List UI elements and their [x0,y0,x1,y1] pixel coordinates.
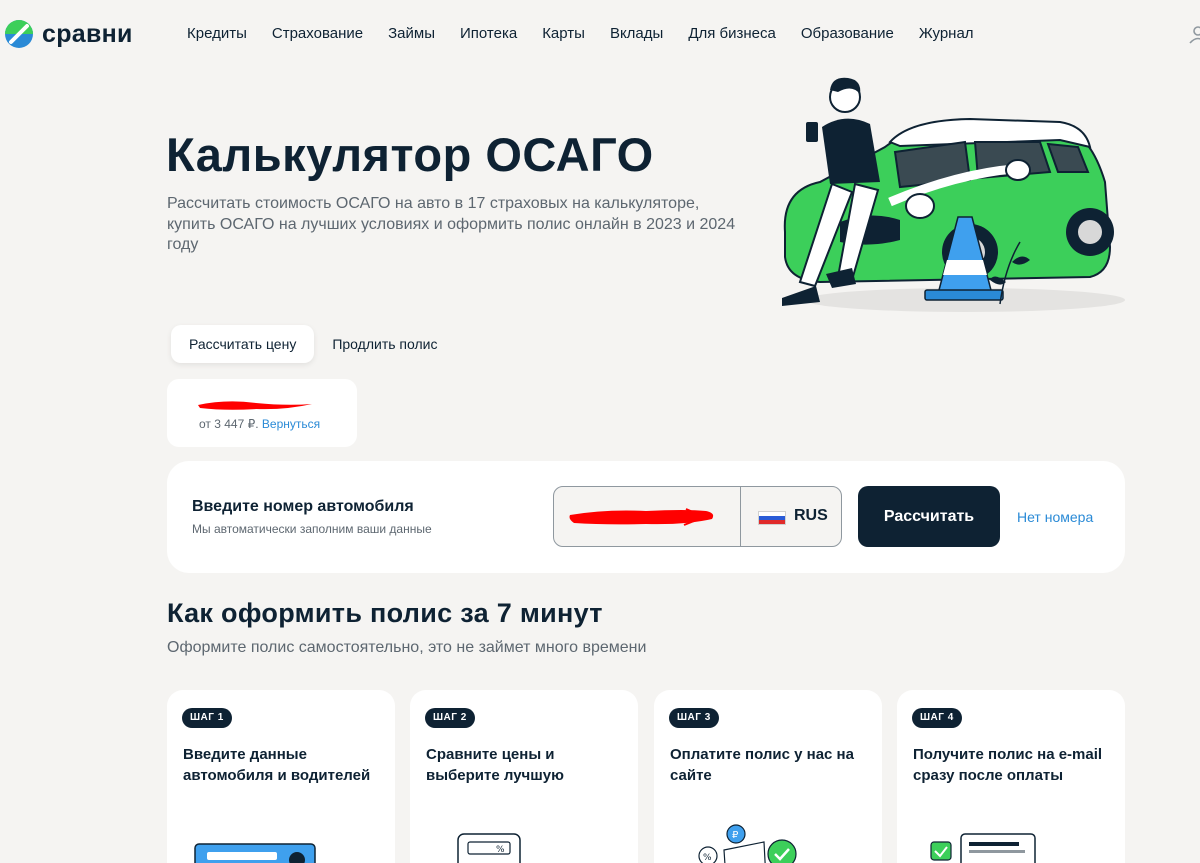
step-text: Получите полис на e-mail сразу после опл… [913,746,1103,784]
plate-form-hint: Мы автоматически заполним ваши данные [192,522,432,536]
nav-item-cards[interactable]: Карты [542,24,585,44]
sravni-logo-icon [5,20,33,48]
previous-calc-card[interactable]: от 3 447 ₽. Вернуться [167,379,357,447]
svg-text:%: % [703,853,712,863]
nav-item-loans[interactable]: Займы [388,24,435,44]
step-card: ШАГ 2 Сравните цены и выберите лучшую % [410,690,638,863]
logo-text: сравни [42,20,133,48]
redacted-scribble [198,401,312,410]
steps-subtitle: Оформите полис самостоятельно, это не за… [167,639,647,656]
page-title: Калькулятор ОСАГО [166,128,654,181]
plate-region: RUS [794,507,828,524]
page-subtitle: Рассчитать стоимость ОСАГО на авто в 17 … [167,195,736,253]
user-icon[interactable] [1188,24,1200,44]
back-link[interactable]: Вернуться [262,417,320,431]
plate-form-card: Введите номер автомобиля Мы автоматическ… [167,461,1125,573]
previous-calc-info: от 3 447 ₽. Вернуться [199,417,320,431]
nav-item-mortgage[interactable]: Ипотека [460,24,517,44]
car-data-illustration [194,843,316,863]
no-number-link[interactable]: Нет номера [1017,509,1093,525]
svg-text:%: % [496,845,505,855]
plate-form-title: Введите номер автомобиля [192,498,414,515]
step-card: ШАГ 3 Оплатите полис у нас на сайте ₽ % [654,690,882,863]
email-policy-illustration [930,833,1036,863]
plate-divider [740,487,741,546]
logo[interactable]: сравни [4,19,133,49]
redacted-scribble [569,508,714,526]
main-nav: Кредиты Страхование Займы Ипотека Карты … [187,24,999,44]
step-badge: ШАГ 3 [669,708,719,728]
step-badge: ШАГ 1 [182,708,232,728]
payment-illustration: ₽ % [698,824,797,863]
nav-item-journal[interactable]: Журнал [919,24,974,44]
step-card: ШАГ 1 Введите данные автомобиля и водите… [167,690,395,863]
step-text: Сравните цены и выберите лучшую [426,746,564,784]
previous-calc-price: от 3 447 ₽. [199,417,259,431]
nav-item-insurance[interactable]: Страхование [272,24,363,44]
step-card: ШАГ 4 Получите полис на e-mail сразу пос… [897,690,1125,863]
nav-item-education[interactable]: Образование [801,24,894,44]
step-text: Введите данные автомобиля и водителей [183,746,371,784]
tab-calculate-price[interactable]: Рассчитать цену [171,325,315,363]
step-badge: ШАГ 2 [425,708,475,728]
plate-number-input[interactable]: RUS [553,486,842,547]
steps-title: Как оформить полис за 7 минут [167,598,603,628]
calculate-button[interactable]: Рассчитать [858,486,1000,547]
header: сравни Кредиты Страхование Займы Ипотека… [0,0,1200,68]
step-badge: ШАГ 4 [912,708,962,728]
calc-tabs: Рассчитать цену Продлить полис [171,325,455,363]
step-text: Оплатите полис у нас на сайте [670,746,854,784]
hero-illustration [782,77,1125,312]
tab-renew-policy[interactable]: Продлить полис [314,325,455,363]
compare-prices-illustration: % [457,833,521,863]
svg-text:₽: ₽ [732,830,739,841]
nav-item-business[interactable]: Для бизнеса [688,24,776,44]
russia-flag-icon [758,511,786,525]
nav-item-deposits[interactable]: Вклады [610,24,663,44]
nav-item-credits[interactable]: Кредиты [187,24,247,44]
